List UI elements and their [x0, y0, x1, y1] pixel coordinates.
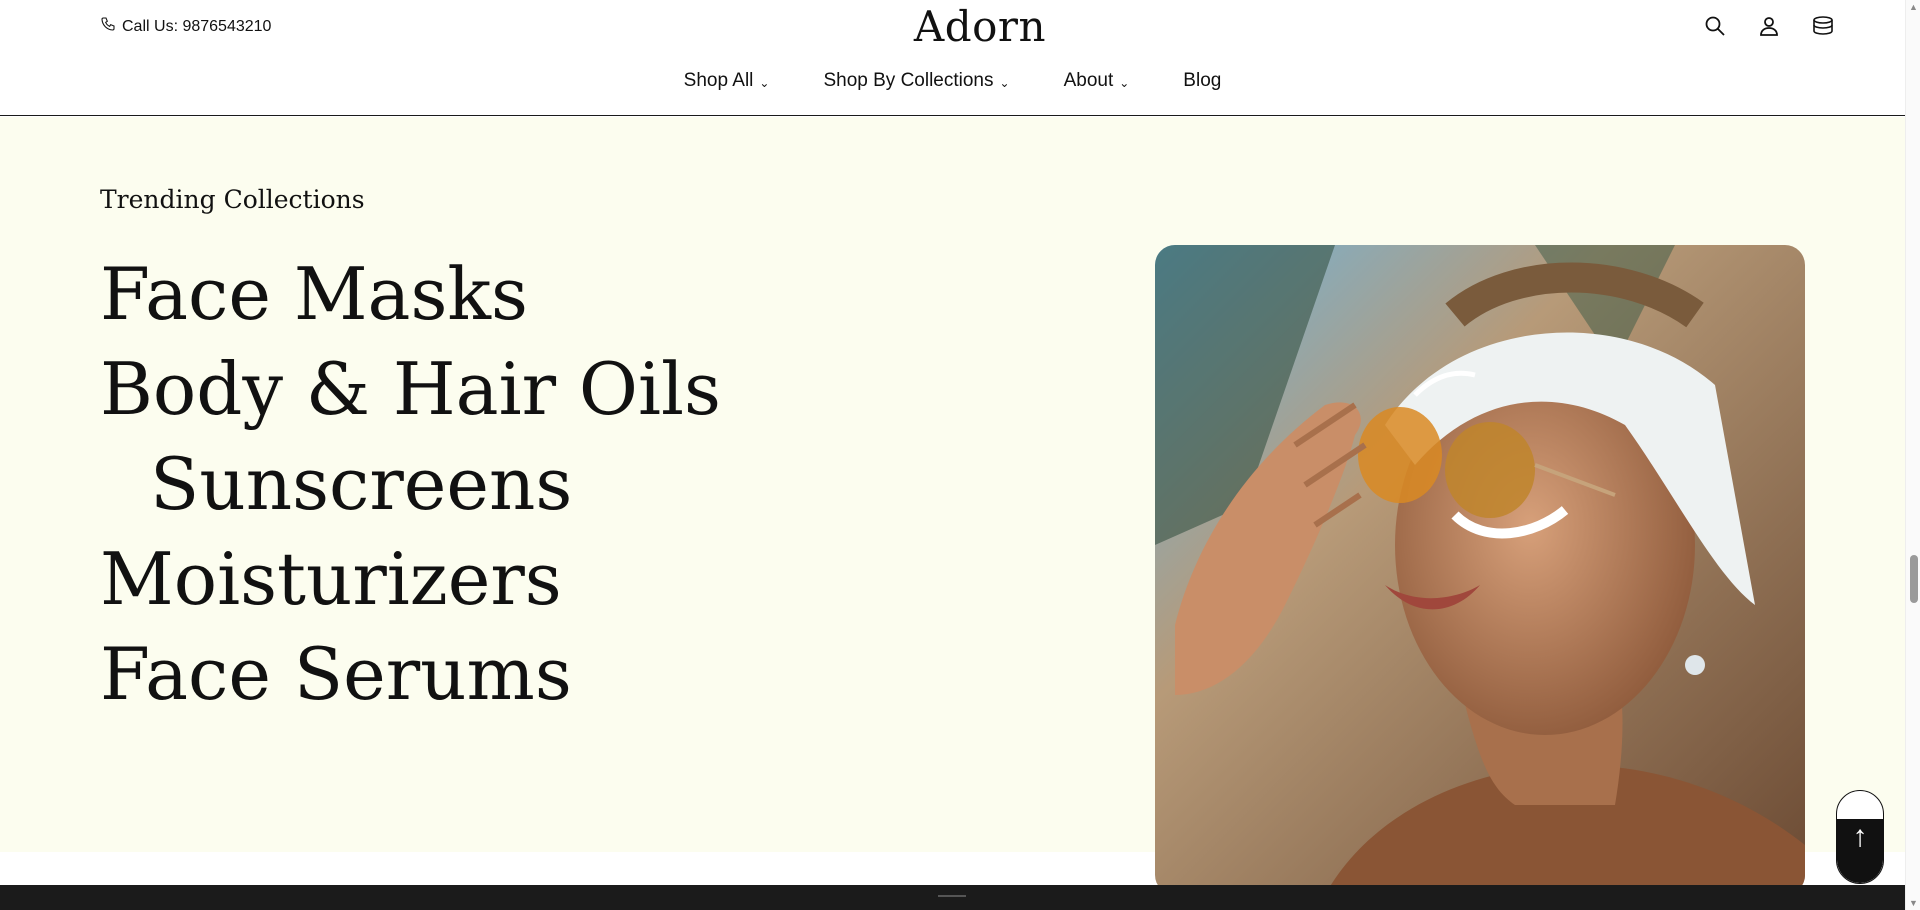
- nav-label: Shop All: [683, 70, 754, 91]
- collection-link-body-hair-oils[interactable]: Body & Hair Oils: [100, 342, 721, 437]
- scroll-to-top-button[interactable]: ↑: [1836, 790, 1884, 884]
- collection-link-sunscreens[interactable]: Sunscreens: [100, 437, 721, 532]
- trending-collections-section: Trending Collections Face Masks Body & H…: [0, 117, 1905, 895]
- collection-hero-image: [1155, 245, 1805, 895]
- search-icon[interactable]: [1703, 14, 1727, 38]
- chevron-down-icon: ⌄: [999, 76, 1010, 90]
- page-scrollbar[interactable]: ▲ ▼: [1905, 0, 1920, 910]
- collection-link-face-masks[interactable]: Face Masks: [100, 247, 721, 342]
- header-icons: [1703, 14, 1835, 38]
- nav-blog[interactable]: Blog: [1183, 70, 1221, 92]
- nav-shop-all[interactable]: Shop All ⌄: [684, 70, 770, 92]
- footer-strip: [0, 885, 1905, 910]
- account-icon[interactable]: [1757, 14, 1781, 38]
- nav-about[interactable]: About ⌄: [1064, 70, 1130, 92]
- scroll-up-arrow-icon[interactable]: ▲: [1909, 2, 1918, 12]
- collection-list: Face Masks Body & Hair Oils Sunscreens M…: [100, 247, 721, 722]
- scroll-down-arrow-icon[interactable]: ▼: [1909, 898, 1918, 908]
- main-nav: Shop All ⌄ Shop By Collections ⌄ About ⌄…: [0, 70, 1905, 92]
- chevron-down-icon: ⌄: [1119, 76, 1130, 90]
- scrollbar-thumb[interactable]: [1910, 555, 1918, 603]
- collection-link-face-serums[interactable]: Face Serums: [100, 627, 721, 722]
- chevron-down-icon: ⌄: [759, 76, 770, 90]
- site-logo[interactable]: Adorn: [0, 2, 1920, 51]
- cart-icon[interactable]: [1811, 14, 1835, 38]
- section-eyebrow: Trending Collections: [100, 185, 365, 214]
- nav-label: About: [1063, 70, 1114, 91]
- nav-label: Shop By Collections: [823, 70, 994, 91]
- drag-handle: [938, 895, 966, 897]
- nav-label: Blog: [1183, 70, 1222, 91]
- site-header: Call Us: 9876543210 Adorn Shop All ⌄ Sho…: [0, 0, 1905, 116]
- collection-link-moisturizers[interactable]: Moisturizers: [100, 532, 721, 627]
- nav-shop-by-collections[interactable]: Shop By Collections ⌄: [823, 70, 1009, 92]
- arrow-up-icon: ↑: [1852, 820, 1868, 853]
